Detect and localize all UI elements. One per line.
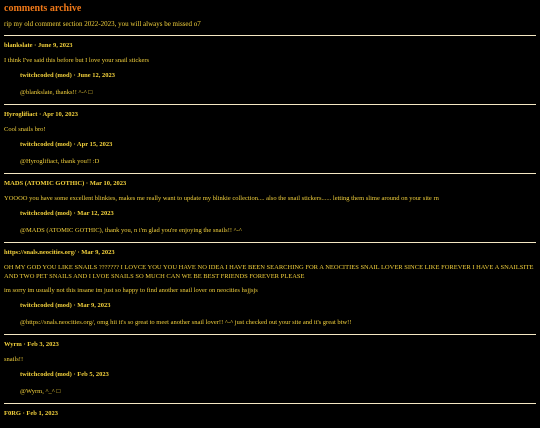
reply-author: twitchcoded (mod) [20,371,72,378]
reply-text: @Wyrm, ^_^ □ [20,388,61,395]
comment-author: Wyrm [4,341,22,348]
comment-header: MADS (ATOMIC GOTHIC) · Mar 10, 2023 [4,179,536,188]
reply-date: Mar 12, 2023 [77,210,114,217]
comment-header: F0RG · Feb 1, 2023 [4,409,536,418]
reply-author: twitchcoded (mod) [20,72,72,79]
reply-text: @blankslate, thanks!! ^-^ □ [20,89,93,96]
comment-header: Wyrm · Feb 3, 2023 [4,340,536,349]
reply-text: @MADS (ATOMIC GOTHIC), thank you, n i'm … [20,227,242,234]
comment: https://snals.neocities.org/ · Mar 9, 20… [4,243,536,334]
comment: F0RG · Feb 1, 2023 [4,404,536,428]
comment-date: Feb 3, 2023 [27,341,59,348]
mod-reply: twitchcoded (mod) · Apr 15, 2023 @Hyrogl… [4,140,536,166]
reply-header: twitchcoded (mod) · Mar 9, 2023 [20,301,536,310]
comment-author: Hyroglifiact [4,111,38,118]
comment-author: MADS (ATOMIC GOTHIC) [4,180,85,187]
comment-header: https://snals.neocities.org/ · Mar 9, 20… [4,248,536,257]
page-subtitle: rip my old comment section 2022-2023, yo… [4,20,201,28]
comment-date: Apr 10, 2023 [42,111,78,118]
mod-reply: twitchcoded (mod) · Feb 5, 2023 @Wyrm, ^… [4,370,536,396]
comment: Wyrm · Feb 3, 2023 snails!! twitchcoded … [4,335,536,403]
comment-text: I think I've said this before but I love… [4,57,150,64]
comment-header: blankslate · June 9, 2023 [4,41,536,50]
mod-reply: twitchcoded (mod) · Mar 9, 2023 @https:/… [4,301,536,327]
comment-author: F0RG [4,410,21,417]
mod-reply: twitchcoded (mod) · June 12, 2023 @blank… [4,71,536,97]
comment-text: Cool snails bro! [4,126,46,133]
comment: MADS (ATOMIC GOTHIC) · Mar 10, 2023 YOOO… [4,174,536,242]
reply-date: Mar 9, 2023 [77,302,111,309]
comment-header: Hyroglifiact · Apr 10, 2023 [4,110,536,119]
reply-date: Feb 5, 2023 [77,371,109,378]
page-title: comments archive [4,3,82,14]
comment-date: June 9, 2023 [37,42,73,49]
reply-text: @Hyroglifiact, thank you!! :D [20,158,100,165]
comment-author: https://snals.neocities.org/ [4,249,76,256]
comment-text-continued: im sorry im usually not this insane im j… [4,287,258,294]
reply-date: Apr 15, 2023 [76,141,113,148]
reply-author: twitchcoded (mod) [20,141,72,148]
comment-text: snails!! [4,356,24,363]
mod-reply: twitchcoded (mod) · Mar 12, 2023 @MADS (… [4,209,536,235]
reply-text: @https://snals.neocities.org/, omg hii i… [20,319,352,326]
reply-header: twitchcoded (mod) · Apr 15, 2023 [20,140,536,149]
reply-header: twitchcoded (mod) · Mar 12, 2023 [20,209,536,218]
reply-header: twitchcoded (mod) · June 12, 2023 [20,71,536,80]
reply-header: twitchcoded (mod) · Feb 5, 2023 [20,370,536,379]
comment-text: YOOOO you have some excellent blinkies, … [4,195,439,202]
comment: Hyroglifiact · Apr 10, 2023 Cool snails … [4,105,536,173]
comment-date: Mar 10, 2023 [89,180,127,187]
reply-author: twitchcoded (mod) [20,302,72,309]
comments-page: comments archive rip my old comment sect… [0,0,540,428]
reply-date: June 12, 2023 [77,72,115,79]
comment: blankslate · June 9, 2023 I think I've s… [4,36,536,104]
comment-author: blankslate [4,42,33,49]
reply-author: twitchcoded (mod) [20,210,72,217]
comment-text: OH MY GOD YOU LIKE SNAILS ??????? I LOVC… [4,264,534,280]
comment-date: Mar 9, 2023 [81,249,115,256]
comment-date: Feb 1, 2023 [26,410,59,417]
